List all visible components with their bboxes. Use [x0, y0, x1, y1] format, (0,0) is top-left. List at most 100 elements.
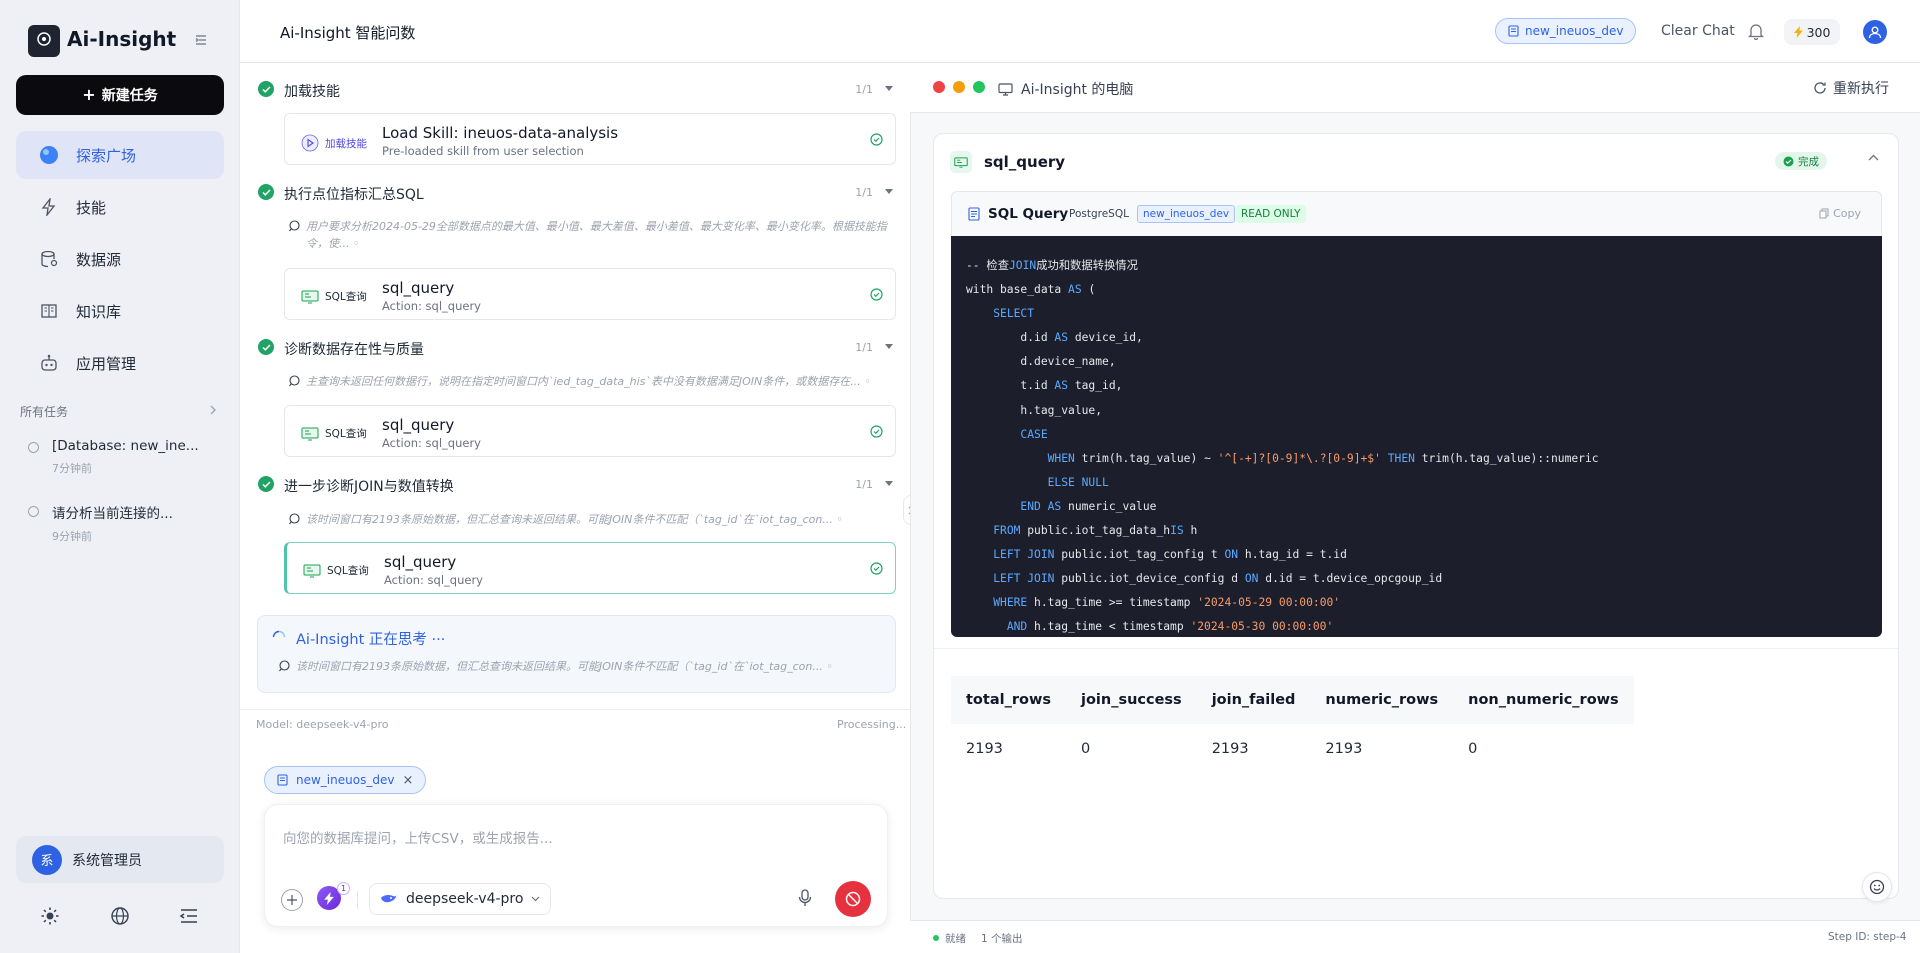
- status-dot-icon: [933, 935, 939, 941]
- schema-pill: new_ineuos_dev: [1137, 205, 1236, 223]
- nav-item-datasource[interactable]: 数据源: [16, 235, 224, 283]
- document-icon: [968, 207, 980, 221]
- rerun-button[interactable]: 重新执行: [1813, 78, 1889, 98]
- sun-icon[interactable]: [40, 906, 60, 926]
- table-header-row: total_rows join_success join_failed nume…: [951, 676, 1634, 724]
- tool-card[interactable]: SQL查询 sql_query Action: sql_query: [284, 405, 896, 457]
- table-row: 2193 0 2193 2193 0: [951, 724, 1634, 774]
- copy-button[interactable]: Copy: [1819, 207, 1861, 220]
- nav-item-skills[interactable]: 技能: [16, 183, 224, 231]
- window-title: Ai-Insight 的电脑: [998, 79, 1133, 99]
- nav-item-knowledge[interactable]: 知识库: [16, 287, 224, 335]
- monitor-icon: [301, 290, 319, 303]
- stop-button[interactable]: [835, 881, 871, 917]
- database-tag[interactable]: new_ineuos_dev ×: [264, 766, 427, 794]
- thinking-box: Ai-Insight 正在思考 ··· 该时间窗口有2193条原始数据，但汇总查…: [257, 615, 896, 693]
- model-selector[interactable]: deepseek-v4-pro: [369, 883, 552, 915]
- chat-composer: 向您的数据库提问，上传CSV，或生成报告... 1 deepseek-v4-pr…: [264, 804, 888, 927]
- divider: [934, 648, 1898, 649]
- chevron-down-icon: [885, 481, 893, 486]
- speech-bubble-icon: [288, 220, 300, 232]
- sql-code-block: -- 检查JOIN成功和数据转换情况 with base_data AS ( S…: [951, 236, 1882, 637]
- task-status-icon: [28, 506, 39, 517]
- check-circle-icon: [1783, 156, 1794, 166]
- clear-chat-button[interactable]: Clear Chat: [1661, 23, 1735, 39]
- task-item[interactable]: [Database: new_ine... 7分钟前: [28, 438, 218, 476]
- chevron-down-icon: [885, 189, 893, 194]
- chevron-down-icon: [885, 86, 893, 91]
- spinner-icon: [272, 630, 286, 644]
- robot-icon: [38, 352, 60, 374]
- step-id: Step ID: step-4: [1828, 931, 1907, 943]
- window-minimize-dot[interactable]: [953, 81, 965, 93]
- tool-card[interactable]: SQL查询 sql_query Action: sql_query: [284, 268, 896, 320]
- thinking-text: 该时间窗口有2193条原始数据，但汇总查询未返回结果。可能JOIN条件不匹配（`…: [278, 658, 878, 675]
- database-chip[interactable]: new_ineuos_dev: [1495, 18, 1637, 44]
- task-status-icon: [28, 442, 39, 453]
- column-header: join_failed: [1196, 676, 1311, 724]
- collapse-sidebar-icon[interactable]: [194, 33, 208, 47]
- sql-tag: SQL查询: [301, 426, 367, 441]
- avatar: 系: [32, 844, 62, 875]
- sql-tag: SQL查询: [301, 289, 367, 304]
- column-header: non_numeric_rows: [1453, 676, 1634, 724]
- speech-bubble-icon: [288, 513, 300, 525]
- status-bar: 就绪 1 个输出 Step ID: step-4: [910, 920, 1920, 953]
- chat-input[interactable]: 向您的数据库提问，上传CSV，或生成报告...: [283, 827, 553, 847]
- play-circle-icon: [301, 134, 319, 152]
- refresh-icon: [1814, 82, 1826, 94]
- database-icon: [1508, 25, 1519, 37]
- globe-language-icon[interactable]: [110, 906, 130, 926]
- check-circle-icon: [258, 184, 274, 200]
- user-avatar-icon[interactable]: [1863, 20, 1887, 44]
- task-item[interactable]: 请分析当前连接的... 9分钟前: [28, 502, 218, 544]
- model-label: Model: deepseek-v4-pro: [256, 718, 389, 731]
- credits-badge[interactable]: 300: [1784, 19, 1840, 45]
- check-circle-icon: [258, 476, 274, 492]
- chevron-right-icon[interactable]: [209, 405, 217, 415]
- window-maximize-dot[interactable]: [973, 81, 985, 93]
- whale-icon: [381, 894, 397, 903]
- table-cell: 2193: [1211, 741, 1249, 757]
- window-close-dot[interactable]: [933, 81, 945, 93]
- brand-name: Ai-Insight: [67, 27, 177, 51]
- monitor-icon: [950, 151, 972, 173]
- sql-tag: SQL查询: [303, 563, 369, 578]
- tool-title[interactable]: sql_query: [950, 151, 1065, 173]
- monitor-icon: [998, 82, 1013, 96]
- attach-plus-icon[interactable]: [281, 889, 303, 911]
- page-title: Ai-Insight 智能问数: [280, 24, 416, 42]
- check-circle-icon: [870, 425, 883, 438]
- result-table: total_rows join_success join_failed nume…: [951, 676, 1634, 774]
- new-task-button[interactable]: + 新建任务: [16, 75, 224, 115]
- chevron-up-icon[interactable]: [1868, 154, 1879, 161]
- nav-item-apps[interactable]: 应用管理: [16, 339, 224, 387]
- tool-card-active[interactable]: SQL查询 sql_query Action: sql_query: [284, 542, 896, 594]
- tool-card[interactable]: 加载技能 Load Skill: ineuos-data-analysis Pr…: [284, 113, 896, 165]
- thought-text: 该时间窗口有2193条原始数据，但汇总查询未返回结果。可能JOIN条件不匹配（`…: [288, 511, 893, 528]
- microphone-icon[interactable]: [798, 889, 812, 907]
- copy-icon: [1819, 208, 1829, 219]
- user-name: 系统管理员: [72, 852, 142, 869]
- thought-text: 主查询未返回任何数据行，说明在指定时间窗口内`ied_tag_data_his`…: [288, 373, 893, 390]
- readonly-pill: READ ONLY: [1236, 205, 1306, 223]
- bell-icon[interactable]: [1748, 22, 1764, 40]
- user-profile[interactable]: 系 系统管理员: [16, 836, 224, 883]
- skill-count-badge: 1: [337, 882, 350, 895]
- check-circle-icon: [870, 288, 883, 301]
- thought-text: 用户要求分析2024-05-29全部数据点的最大值、最小值、最大差值、最小差值、…: [288, 218, 893, 252]
- nav-item-explore[interactable]: 探索广场: [16, 131, 224, 179]
- table-cell: 2193: [966, 741, 1003, 757]
- db-type-pill: PostgreSQL: [1069, 208, 1129, 220]
- check-circle-icon: [258, 339, 274, 355]
- table-cell: 0: [1468, 741, 1478, 757]
- close-icon[interactable]: ×: [402, 773, 413, 788]
- all-tasks-label: 所有任务: [20, 405, 69, 419]
- feedback-button[interactable]: [1862, 872, 1892, 902]
- chevron-down-icon: [885, 344, 893, 349]
- ready-status: 就绪: [945, 933, 966, 945]
- smile-icon: [1869, 879, 1885, 895]
- sql-header: SQL Query PostgreSQL new_ineuos_dev READ…: [951, 191, 1882, 236]
- column-header: numeric_rows: [1310, 676, 1454, 724]
- menu-collapse-icon[interactable]: [179, 906, 199, 926]
